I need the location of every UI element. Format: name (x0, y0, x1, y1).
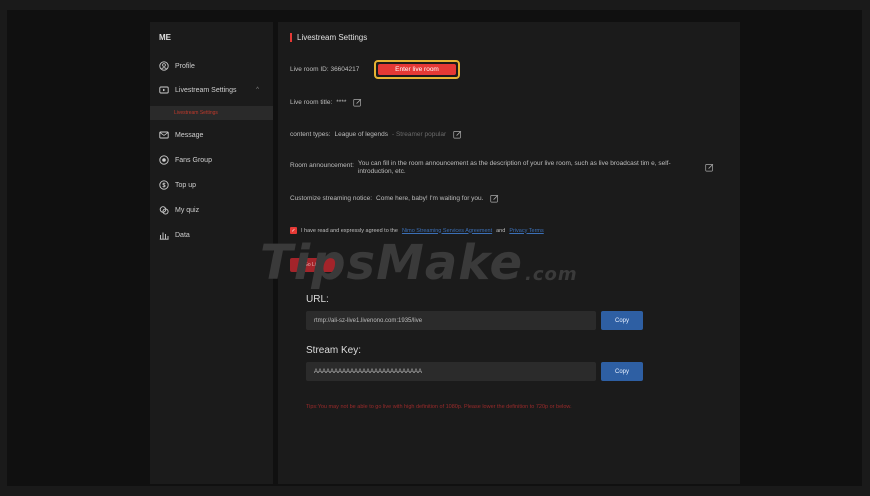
sidebar-item-top-up[interactable]: Top up (159, 178, 267, 192)
sidebar-item-label: Fans Group (175, 156, 212, 164)
target-icon (159, 155, 169, 165)
sidebar-item-message[interactable]: Message (159, 128, 267, 142)
chevron-up-icon: ^ (256, 87, 259, 93)
user-circle-icon (159, 61, 169, 71)
watermark-tld: .com (525, 264, 578, 285)
coin-icon (159, 180, 169, 190)
room-id-label: Live room ID: 36604217 (290, 66, 360, 73)
edit-icon[interactable] (490, 194, 499, 203)
sidebar-item-label: Data (175, 231, 190, 239)
content-types-value: League of legends (334, 131, 388, 138)
quiz-icon (159, 205, 169, 215)
stream-key-label: Stream Key: (306, 345, 362, 356)
content-types-row: content types: League of legends - Strea… (290, 130, 462, 139)
enter-live-room-button[interactable]: Enter live room (374, 60, 460, 79)
sidebar-item-data[interactable]: Data (159, 228, 267, 242)
stream-key-field[interactable]: AAAAAAAAAAAAAAAAAAAAAAAAAAA (306, 362, 596, 381)
sidebar-item-my-quiz[interactable]: My quiz (159, 203, 267, 217)
watermark-logo: TipsMake .com (260, 231, 600, 291)
sidebar-item-fans-group[interactable]: Fans Group (159, 153, 267, 167)
room-id-row: Live room ID: 36604217 (290, 66, 359, 73)
content-types-sub: - Streamer popular (391, 131, 447, 138)
notice-label: Customize streaming notice: (290, 195, 373, 202)
copy-key-button[interactable]: Copy (601, 362, 643, 381)
screen-icon (159, 85, 169, 95)
announcement-label: Room announcement: (290, 162, 354, 169)
title-accent-bar (290, 33, 292, 42)
sidebar-brand: ME (159, 33, 171, 42)
announcement-row: Room announcement: You can fill in the r… (290, 160, 714, 176)
edit-icon[interactable] (353, 98, 362, 107)
page-title: Livestream Settings (290, 33, 367, 42)
sidebar-item-livestream-settings[interactable]: Livestream Settings ^ (159, 83, 267, 97)
sidebar-subitem-livestream-settings[interactable]: Livestream Settings (150, 106, 273, 120)
notice-value: Come here, baby! I'm waiting for you. (376, 195, 484, 202)
sidebar-item-label: Livestream Settings (175, 86, 237, 94)
content-types-label: content types: (290, 131, 331, 138)
streaming-notice-row: Customize streaming notice: Come here, b… (290, 194, 499, 203)
sidebar-item-label: My quiz (175, 206, 200, 214)
room-title-row: Live room title: **** (290, 98, 362, 107)
sidebar: ME Profile Livestream Settings ^ Livestr… (150, 22, 273, 484)
sidebar-item-label: Profile (175, 62, 195, 70)
copy-url-button[interactable]: Copy (601, 311, 643, 330)
sidebar-item-profile[interactable]: Profile (159, 59, 267, 73)
room-title-label: Live room title: (290, 99, 333, 106)
envelope-icon (159, 130, 169, 140)
sidebar-item-label: Message (175, 131, 204, 139)
chart-icon (159, 230, 169, 240)
url-field[interactable]: rtmp://ali-sz-live1.livenono.com:1935/li… (306, 311, 596, 330)
announcement-text: You can fill in the room announcement as… (357, 160, 671, 175)
edit-icon[interactable] (453, 130, 462, 139)
sidebar-item-label: Top up (175, 181, 197, 189)
room-title-value: **** (336, 99, 347, 106)
page-title-text: Livestream Settings (297, 33, 368, 42)
url-label: URL: (306, 294, 329, 305)
watermark-text: TipsMake (260, 235, 524, 291)
tips-text: Tips:You may not be able to go live with… (306, 404, 572, 410)
edit-icon[interactable] (705, 163, 714, 172)
enter-live-room-label: Enter live room (378, 64, 456, 75)
